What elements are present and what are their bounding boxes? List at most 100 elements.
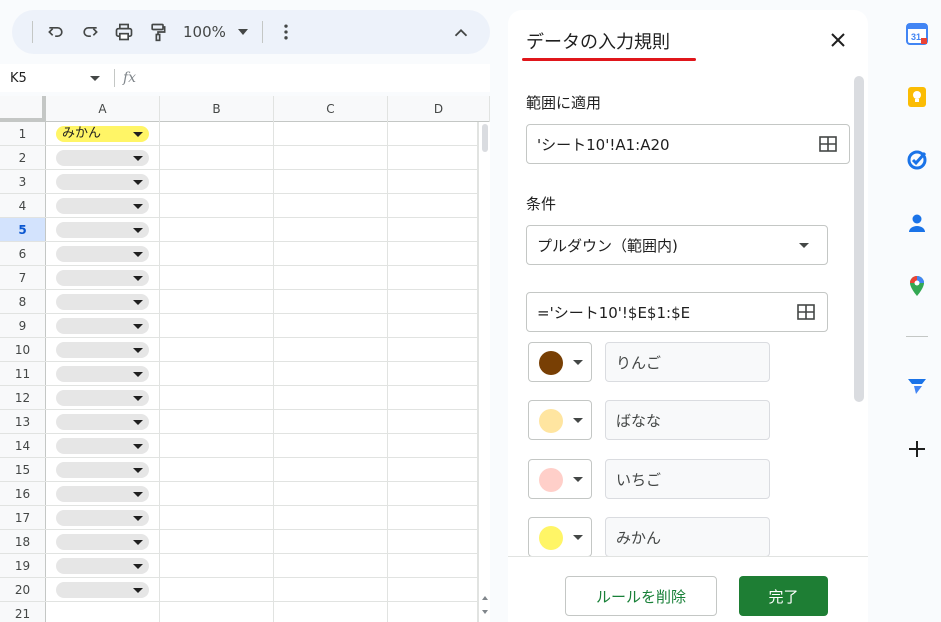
- row-header[interactable]: 17: [0, 506, 46, 529]
- grid-cell[interactable]: [160, 122, 274, 145]
- grid-cell[interactable]: [160, 218, 274, 241]
- column-header-c[interactable]: C: [274, 96, 388, 122]
- grid-cell[interactable]: [46, 338, 160, 361]
- grid-cell[interactable]: [274, 266, 388, 289]
- grid-cell[interactable]: [160, 362, 274, 385]
- row-header[interactable]: 6: [0, 242, 46, 265]
- grid-cell[interactable]: [160, 314, 274, 337]
- dropdown-chip[interactable]: [56, 222, 149, 238]
- grid-cell[interactable]: [274, 458, 388, 481]
- color-picker-button[interactable]: [528, 400, 592, 440]
- criteria-select[interactable]: プルダウン（範囲内): [526, 225, 828, 265]
- more-options-button[interactable]: [269, 16, 303, 48]
- calendar-icon[interactable]: 31: [906, 23, 928, 45]
- grid-cell[interactable]: [160, 242, 274, 265]
- row-header[interactable]: 19: [0, 554, 46, 577]
- grid-cell[interactable]: [46, 602, 160, 622]
- dropdown-chip[interactable]: みかん: [56, 126, 149, 142]
- delete-rule-button[interactable]: ルールを削除: [565, 576, 717, 616]
- grid-cell[interactable]: [46, 578, 160, 601]
- grid-cell[interactable]: [46, 434, 160, 457]
- grid-cell[interactable]: [160, 458, 274, 481]
- dropdown-chip[interactable]: [56, 534, 149, 550]
- grid-cell[interactable]: [388, 458, 478, 481]
- grid-cell[interactable]: [274, 314, 388, 337]
- grid-cell[interactable]: [160, 386, 274, 409]
- grid-cell[interactable]: [274, 530, 388, 553]
- grid-cell[interactable]: [46, 386, 160, 409]
- name-box[interactable]: K5: [0, 71, 110, 86]
- grid-cell[interactable]: [274, 362, 388, 385]
- scroll-up-icon[interactable]: [482, 596, 488, 600]
- grid-cell[interactable]: [160, 194, 274, 217]
- dropdown-chip[interactable]: [56, 414, 149, 430]
- grid-cell[interactable]: [388, 122, 478, 145]
- color-picker-button[interactable]: [528, 517, 592, 557]
- color-picker-button[interactable]: [528, 459, 592, 499]
- grid-cell[interactable]: [388, 554, 478, 577]
- grid-cell[interactable]: [46, 146, 160, 169]
- done-button[interactable]: 完了: [739, 576, 828, 616]
- grid-cell[interactable]: [274, 602, 388, 622]
- grid-cell[interactable]: [388, 482, 478, 505]
- dropdown-chip[interactable]: [56, 270, 149, 286]
- keep-icon[interactable]: [906, 86, 928, 108]
- contacts-icon[interactable]: [906, 212, 928, 234]
- grid-cell[interactable]: [160, 410, 274, 433]
- row-header[interactable]: 5: [0, 218, 46, 241]
- grid-cell[interactable]: [160, 266, 274, 289]
- grid-cell[interactable]: [388, 434, 478, 457]
- grid-cell[interactable]: [388, 506, 478, 529]
- grid-cell[interactable]: [46, 266, 160, 289]
- select-all-corner[interactable]: [0, 96, 46, 122]
- row-header[interactable]: 14: [0, 434, 46, 457]
- row-header[interactable]: 18: [0, 530, 46, 553]
- grid-cell[interactable]: [274, 506, 388, 529]
- grid-cell[interactable]: [274, 434, 388, 457]
- source-range-input[interactable]: ='シート10'!$E$1:$E: [526, 292, 828, 332]
- dropdown-chip[interactable]: [56, 438, 149, 454]
- appsheet-icon[interactable]: [906, 374, 928, 396]
- grid-cell[interactable]: [274, 290, 388, 313]
- grid-cell[interactable]: [388, 266, 478, 289]
- grid-cell[interactable]: [160, 578, 274, 601]
- grid-cell[interactable]: [46, 170, 160, 193]
- grid-cell[interactable]: [46, 242, 160, 265]
- grid-cell[interactable]: [388, 410, 478, 433]
- grid-cell[interactable]: [274, 554, 388, 577]
- tasks-icon[interactable]: [906, 149, 928, 171]
- color-picker-button[interactable]: [528, 342, 592, 382]
- formula-input[interactable]: [144, 67, 490, 89]
- grid-cell[interactable]: [388, 194, 478, 217]
- grid-cell[interactable]: [160, 602, 274, 622]
- column-header-a[interactable]: A: [46, 96, 160, 122]
- grid-cell[interactable]: [388, 242, 478, 265]
- redo-button[interactable]: [73, 16, 107, 48]
- grid-cell[interactable]: [388, 146, 478, 169]
- grid-cell[interactable]: [388, 218, 478, 241]
- grid-cell[interactable]: [160, 290, 274, 313]
- maps-icon[interactable]: [906, 275, 928, 297]
- grid-cell[interactable]: [274, 218, 388, 241]
- grid-cell[interactable]: [274, 338, 388, 361]
- grid-cell[interactable]: [274, 578, 388, 601]
- row-header[interactable]: 7: [0, 266, 46, 289]
- grid-cell[interactable]: [160, 170, 274, 193]
- row-header[interactable]: 11: [0, 362, 46, 385]
- chevron-up-icon[interactable]: [450, 22, 472, 44]
- grid-cell[interactable]: [46, 290, 160, 313]
- dropdown-chip[interactable]: [56, 174, 149, 190]
- dropdown-chip[interactable]: [56, 582, 149, 598]
- scrollbar-thumb[interactable]: [482, 124, 488, 152]
- zoom-select[interactable]: 100%: [175, 16, 256, 48]
- row-header[interactable]: 1: [0, 122, 46, 145]
- dropdown-chip[interactable]: [56, 294, 149, 310]
- row-header[interactable]: 15: [0, 458, 46, 481]
- add-icon[interactable]: [906, 438, 928, 460]
- column-header-b[interactable]: B: [160, 96, 274, 122]
- grid-cell[interactable]: [388, 602, 478, 622]
- dropdown-chip[interactable]: [56, 150, 149, 166]
- close-icon[interactable]: [830, 32, 846, 48]
- grid-cell[interactable]: [160, 530, 274, 553]
- grid-cell[interactable]: [46, 458, 160, 481]
